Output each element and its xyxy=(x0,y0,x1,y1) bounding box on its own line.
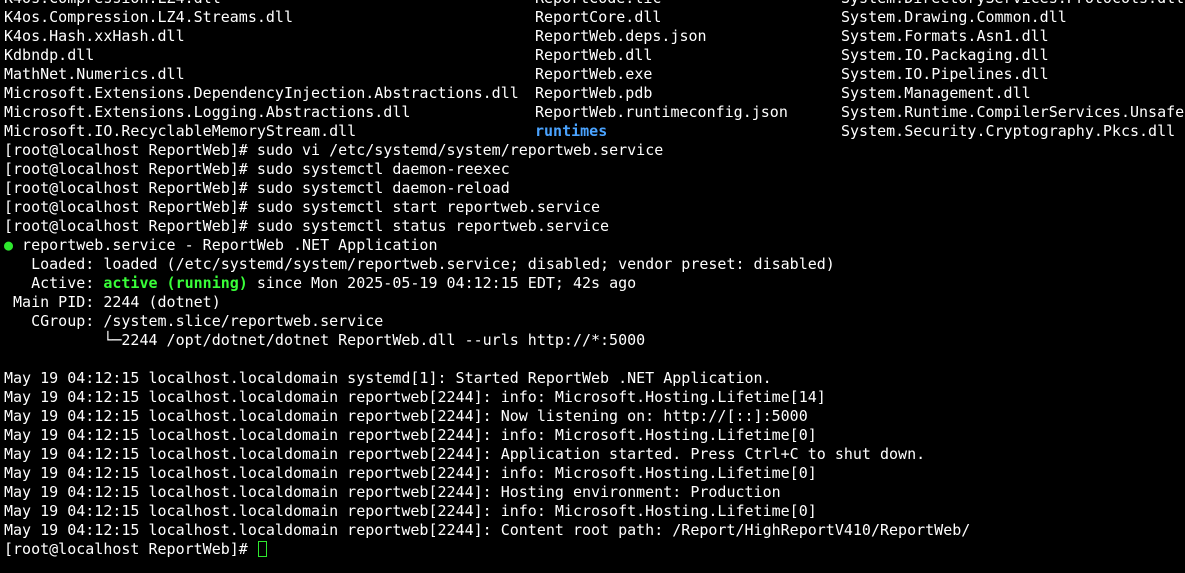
log-line: May 19 04:12:15 localhost.localdomain sy… xyxy=(4,369,772,387)
service-title: reportweb.service - ReportWeb .NET Appli… xyxy=(13,236,438,254)
loaded-line: Loaded: loaded (/etc/systemd/system/repo… xyxy=(4,255,835,273)
ls-entry: Microsoft.Extensions.Logging.Abstraction… xyxy=(4,103,411,121)
log-line: May 19 04:12:15 localhost.localdomain re… xyxy=(4,521,971,539)
ls-entry: System.Drawing.Common.dll xyxy=(841,8,1067,26)
terminal-window[interactable]: K4os.Compression.LZ4.dll K4os.Compressio… xyxy=(0,0,1185,573)
ls-entry: ReportCore.dll xyxy=(535,8,662,26)
status-dot-icon: ● xyxy=(4,236,14,254)
active-label: Active: xyxy=(4,274,104,292)
ls-entry: ReportWeb.deps.json xyxy=(535,27,707,45)
command-line: [root@localhost ReportWeb]# sudo vi /etc… xyxy=(4,141,663,160)
command-line: [root@localhost ReportWeb]# sudo systemc… xyxy=(4,217,609,236)
ls-entry: System.Security.Cryptography.Pkcs.dll xyxy=(841,122,1176,140)
ls-directory-entry: runtimes xyxy=(535,122,608,140)
log-line: May 19 04:12:15 localhost.localdomain re… xyxy=(4,407,808,425)
shell-prompt: [root@localhost ReportWeb]# xyxy=(4,540,257,558)
command-text: sudo vi /etc/systemd/system/reportweb.se… xyxy=(256,141,664,159)
log-line: May 19 04:12:15 localhost.localdomain re… xyxy=(4,426,817,444)
ls-entry: System.DirectoryServices.Protocols.dll xyxy=(841,0,1184,8)
ls-entry: K4os.Compression.LZ4.dll xyxy=(4,0,221,8)
ls-entry: System.IO.Pipelines.dll xyxy=(841,65,1049,83)
shell-prompt: [root@localhost ReportWeb]# xyxy=(4,179,257,197)
ls-entry: Microsoft.IO.RecyclableMemoryStream.dll xyxy=(4,122,357,140)
log-line: May 19 04:12:15 localhost.localdomain re… xyxy=(4,502,817,520)
shell-prompt: [root@localhost ReportWeb]# xyxy=(4,217,257,235)
command-text: sudo systemctl daemon-reload xyxy=(256,179,510,197)
command-line: [root@localhost ReportWeb]# sudo systemc… xyxy=(4,160,510,179)
command-line: [root@localhost ReportWeb]# sudo systemc… xyxy=(4,179,510,198)
log-line: May 19 04:12:15 localhost.localdomain re… xyxy=(4,388,826,406)
ls-entry: System.Formats.Asn1.dll xyxy=(841,27,1049,45)
ls-entry: ReportWeb.runtimeconfig.json xyxy=(535,103,788,121)
text-cursor[interactable] xyxy=(257,541,267,557)
log-line: May 19 04:12:15 localhost.localdomain re… xyxy=(4,483,781,501)
ls-entry: Kdbndp.dll xyxy=(4,46,95,64)
shell-prompt: [root@localhost ReportWeb]# xyxy=(4,160,257,178)
ls-entry: K4os.Compression.LZ4.Streams.dll xyxy=(4,8,293,26)
ls-entry: ReportWeb.pdb xyxy=(535,84,653,102)
active-since: since Mon 2025-05-19 04:12:15 EDT; 42s a… xyxy=(247,274,637,292)
ls-entry: K4os.Hash.xxHash.dll xyxy=(4,27,185,45)
log-line: May 19 04:12:15 localhost.localdomain re… xyxy=(4,464,817,482)
ls-entry: System.Management.dll xyxy=(841,84,1031,102)
cgroup-line: CGroup: /system.slice/reportweb.service xyxy=(4,312,384,330)
shell-prompt: [root@localhost ReportWeb]# xyxy=(4,141,257,159)
command-line: [root@localhost ReportWeb]# sudo systemc… xyxy=(4,198,600,217)
log-line: May 19 04:12:15 localhost.localdomain re… xyxy=(4,445,926,463)
ls-entry: ReportCode.lic xyxy=(535,0,661,8)
ls-entry: ReportWeb.exe xyxy=(535,65,653,83)
active-line: Active: active (running) since Mon 2025-… xyxy=(4,274,636,293)
ls-entry: MathNet.Numerics.dll xyxy=(4,65,185,83)
ls-entry: System.IO.Packaging.dll xyxy=(841,46,1049,64)
active-state: active (running) xyxy=(103,274,248,292)
command-text: sudo systemctl daemon-reexec xyxy=(256,160,510,178)
cgroup-child-line: └─2244 /opt/dotnet/dotnet ReportWeb.dll … xyxy=(4,331,646,349)
ls-entry: ReportWeb.dll xyxy=(535,46,653,64)
ls-entry: System.Runtime.CompilerServices.Unsafe xyxy=(841,103,1185,121)
active-prompt-line[interactable]: [root@localhost ReportWeb]# xyxy=(4,540,267,559)
main-pid-line: Main PID: 2244 (dotnet) xyxy=(4,293,221,311)
service-title-line: ● reportweb.service - ReportWeb .NET App… xyxy=(4,236,437,255)
command-text: sudo systemctl status reportweb.service xyxy=(256,217,610,235)
ls-entry: Microsoft.Extensions.DependencyInjection… xyxy=(4,84,519,102)
shell-prompt: [root@localhost ReportWeb]# xyxy=(4,198,257,216)
command-text: sudo systemctl start reportweb.service xyxy=(256,198,601,216)
